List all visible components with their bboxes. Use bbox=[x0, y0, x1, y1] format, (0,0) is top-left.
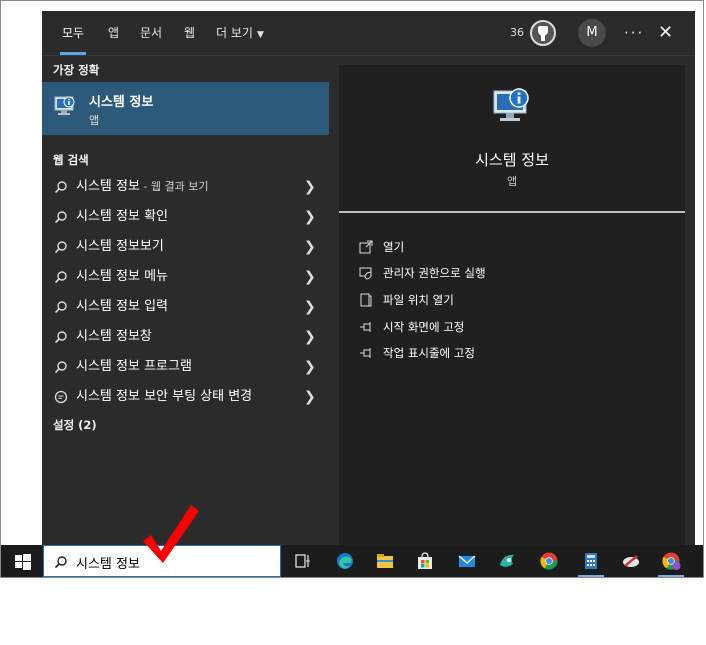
rewards-trophy-icon[interactable] bbox=[530, 20, 556, 46]
best-match-item[interactable]: 시스템 정보 앱 bbox=[42, 82, 329, 135]
search-panel: 모두 앱 문서 웹 더 보기 ▼ 36 M ··· ✕ 가장 정확 시스템 정보… bbox=[42, 11, 695, 545]
chevron-right-icon: ❯ bbox=[304, 299, 316, 315]
active-app-indicator bbox=[658, 575, 684, 577]
best-match-type: 앱 bbox=[89, 114, 100, 127]
app-icon[interactable] bbox=[497, 551, 517, 571]
red-checkmark-annotation bbox=[143, 505, 199, 563]
file-explorer-icon[interactable] bbox=[375, 551, 395, 571]
calculator-icon[interactable] bbox=[581, 551, 601, 571]
chevron-down-icon: ▼ bbox=[256, 30, 264, 40]
rewards-points: 36 bbox=[510, 26, 524, 39]
list-item[interactable]: 시스템 정보 보안 부팅 상태 변경 ❯ bbox=[42, 382, 329, 412]
divider bbox=[339, 211, 685, 213]
tab-all[interactable]: 모두 bbox=[60, 11, 87, 55]
preview-title: 시스템 정보 bbox=[475, 151, 549, 169]
tab-more[interactable]: 더 보기 ▼ bbox=[214, 11, 266, 55]
best-match-name: 시스템 정보 bbox=[89, 95, 154, 110]
chevron-right-icon: ❯ bbox=[304, 269, 316, 285]
store-icon[interactable] bbox=[415, 551, 435, 571]
preview-subtitle: 앱 bbox=[506, 175, 518, 188]
close-icon[interactable]: ✕ bbox=[658, 11, 673, 55]
search-filter-bar: 모두 앱 문서 웹 더 보기 ▼ 36 M ··· ✕ bbox=[42, 11, 695, 56]
preview-pane: 시스템 정보 앱 열기 관리자 권한으로 실행 파일 위치 열기 시작 화면에 … bbox=[339, 65, 685, 545]
open-icon bbox=[359, 240, 373, 254]
chrome-profile-icon[interactable] bbox=[661, 551, 681, 571]
search-icon bbox=[54, 241, 67, 254]
chevron-right-icon: ❯ bbox=[304, 179, 316, 195]
pin-icon bbox=[360, 348, 371, 358]
tool-icon[interactable] bbox=[621, 551, 641, 571]
search-icon bbox=[54, 331, 67, 344]
chevron-right-icon: ❯ bbox=[304, 359, 316, 375]
list-item[interactable]: 시스템 정보 - 웹 결과 보기 ❯ bbox=[42, 172, 329, 202]
search-icon bbox=[54, 271, 67, 284]
avatar[interactable]: M bbox=[578, 19, 606, 47]
system-info-app-icon bbox=[54, 96, 75, 115]
file-location-icon bbox=[360, 293, 372, 307]
edge-icon[interactable] bbox=[335, 551, 355, 571]
chat-bubble-icon bbox=[54, 390, 68, 404]
mail-icon[interactable] bbox=[457, 551, 477, 571]
list-item[interactable]: 시스템 정보창 ❯ bbox=[42, 322, 329, 352]
list-item[interactable]: 시스템 정보 프로그램 ❯ bbox=[42, 352, 329, 382]
results-list: 가장 정확 시스템 정보 앱 웹 검색 시스템 정보 - 웹 결과 보기 ❯ 시… bbox=[42, 55, 329, 545]
search-icon bbox=[54, 361, 67, 374]
windows-start-icon[interactable] bbox=[15, 554, 31, 570]
tab-apps[interactable]: 앱 bbox=[106, 11, 121, 55]
list-item[interactable]: 시스템 정보 메뉴 ❯ bbox=[42, 262, 329, 292]
search-icon bbox=[54, 556, 67, 569]
chevron-right-icon: ❯ bbox=[304, 209, 316, 225]
search-icon bbox=[54, 211, 67, 224]
tab-web[interactable]: 웹 bbox=[182, 11, 197, 55]
list-item[interactable]: 시스템 정보보기 ❯ bbox=[42, 232, 329, 262]
search-icon bbox=[54, 301, 67, 314]
admin-shield-icon bbox=[359, 267, 372, 280]
system-info-app-icon bbox=[493, 88, 529, 121]
screenshot-frame: 모두 앱 문서 웹 더 보기 ▼ 36 M ··· ✕ 가장 정확 시스템 정보… bbox=[0, 0, 704, 578]
taskbar bbox=[1, 545, 703, 577]
search-icon bbox=[54, 181, 67, 194]
chevron-right-icon: ❯ bbox=[304, 329, 316, 345]
list-item[interactable]: 시스템 정보 입력 ❯ bbox=[42, 292, 329, 322]
settings-heading: 설정 (2) bbox=[53, 418, 97, 432]
tab-documents[interactable]: 문서 bbox=[138, 11, 164, 55]
chevron-right-icon: ❯ bbox=[304, 389, 316, 405]
more-options-icon[interactable]: ··· bbox=[624, 11, 644, 55]
best-match-heading: 가장 정확 bbox=[53, 63, 100, 77]
list-item[interactable]: 시스템 정보 확인 ❯ bbox=[42, 202, 329, 232]
chevron-right-icon: ❯ bbox=[304, 239, 316, 255]
pin-icon bbox=[360, 322, 371, 332]
chrome-icon[interactable] bbox=[539, 551, 559, 571]
task-view-icon[interactable] bbox=[293, 551, 313, 571]
active-app-indicator bbox=[578, 575, 604, 577]
web-search-heading: 웹 검색 bbox=[53, 153, 89, 167]
